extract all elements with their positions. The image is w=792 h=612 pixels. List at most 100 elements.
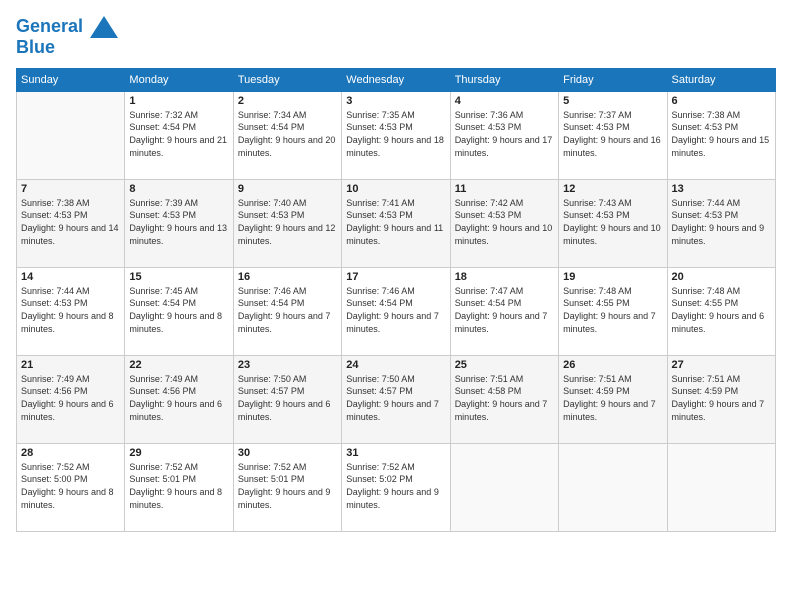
week-row-2: 7 Sunrise: 7:38 AMSunset: 4:53 PMDaylight…	[17, 179, 776, 267]
day-number: 13	[672, 183, 771, 195]
day-header-wednesday: Wednesday	[342, 68, 450, 91]
day-number: 29	[129, 447, 228, 459]
day-number: 26	[563, 359, 662, 371]
calendar-cell	[17, 91, 125, 179]
day-number: 23	[238, 359, 337, 371]
week-row-5: 28 Sunrise: 7:52 AMSunset: 5:00 PMDayligh…	[17, 443, 776, 531]
week-row-4: 21 Sunrise: 7:49 AMSunset: 4:56 PMDayligh…	[17, 355, 776, 443]
day-number: 15	[129, 271, 228, 283]
calendar-cell: 9 Sunrise: 7:40 AMSunset: 4:53 PMDaylight…	[233, 179, 341, 267]
day-info: Sunrise: 7:49 AMSunset: 4:56 PMDaylight:…	[21, 373, 120, 423]
day-number: 17	[346, 271, 445, 283]
day-info: Sunrise: 7:48 AMSunset: 4:55 PMDaylight:…	[563, 285, 662, 335]
day-info: Sunrise: 7:38 AMSunset: 4:53 PMDaylight:…	[672, 109, 771, 159]
day-info: Sunrise: 7:51 AMSunset: 4:59 PMDaylight:…	[563, 373, 662, 423]
day-header-sunday: Sunday	[17, 68, 125, 91]
day-info: Sunrise: 7:39 AMSunset: 4:53 PMDaylight:…	[129, 197, 228, 247]
day-number: 20	[672, 271, 771, 283]
day-number: 6	[672, 95, 771, 107]
day-info: Sunrise: 7:46 AMSunset: 4:54 PMDaylight:…	[346, 285, 445, 335]
day-header-saturday: Saturday	[667, 68, 775, 91]
day-number: 3	[346, 95, 445, 107]
day-info: Sunrise: 7:47 AMSunset: 4:54 PMDaylight:…	[455, 285, 554, 335]
calendar-cell: 18 Sunrise: 7:47 AMSunset: 4:54 PMDayligh…	[450, 267, 558, 355]
day-number: 25	[455, 359, 554, 371]
calendar-cell: 29 Sunrise: 7:52 AMSunset: 5:01 PMDayligh…	[125, 443, 233, 531]
day-info: Sunrise: 7:52 AMSunset: 5:01 PMDaylight:…	[129, 461, 228, 511]
calendar-cell: 25Sunrise: 7:51 AMSunset: 4:58 PMDayligh…	[450, 355, 558, 443]
logo-text: General	[16, 16, 118, 38]
calendar-cell: 8Sunrise: 7:39 AMSunset: 4:53 PMDaylight…	[125, 179, 233, 267]
day-number: 31	[346, 447, 445, 459]
calendar-cell: 23 Sunrise: 7:50 AMSunset: 4:57 PMDayligh…	[233, 355, 341, 443]
calendar-cell: 6 Sunrise: 7:38 AMSunset: 4:53 PMDaylight…	[667, 91, 775, 179]
day-header-tuesday: Tuesday	[233, 68, 341, 91]
day-info: Sunrise: 7:34 AMSunset: 4:54 PMDaylight:…	[238, 109, 337, 159]
calendar-cell: 20Sunrise: 7:48 AMSunset: 4:55 PMDayligh…	[667, 267, 775, 355]
day-number: 12	[563, 183, 662, 195]
day-number: 24	[346, 359, 445, 371]
calendar-cell: 21 Sunrise: 7:49 AMSunset: 4:56 PMDayligh…	[17, 355, 125, 443]
calendar-cell: 15 Sunrise: 7:45 AMSunset: 4:54 PMDayligh…	[125, 267, 233, 355]
day-info: Sunrise: 7:40 AMSunset: 4:53 PMDaylight:…	[238, 197, 337, 247]
day-number: 5	[563, 95, 662, 107]
day-number: 21	[21, 359, 120, 371]
week-row-3: 14Sunrise: 7:44 AMSunset: 4:53 PMDayligh…	[17, 267, 776, 355]
day-info: Sunrise: 7:51 AMSunset: 4:59 PMDaylight:…	[672, 373, 771, 423]
day-header-thursday: Thursday	[450, 68, 558, 91]
day-number: 11	[455, 183, 554, 195]
day-info: Sunrise: 7:32 AMSunset: 4:54 PMDaylight:…	[129, 109, 228, 159]
calendar-cell: 11Sunrise: 7:42 AMSunset: 4:53 PMDayligh…	[450, 179, 558, 267]
day-info: Sunrise: 7:50 AMSunset: 4:57 PMDaylight:…	[346, 373, 445, 423]
calendar-table: SundayMondayTuesdayWednesdayThursdayFrid…	[16, 68, 776, 532]
day-number: 4	[455, 95, 554, 107]
day-number: 27	[672, 359, 771, 371]
day-number: 22	[129, 359, 228, 371]
day-number: 1	[129, 95, 228, 107]
day-info: Sunrise: 7:50 AMSunset: 4:57 PMDaylight:…	[238, 373, 337, 423]
calendar-cell: 10 Sunrise: 7:41 AMSunset: 4:53 PMDayligh…	[342, 179, 450, 267]
calendar-cell: 31 Sunrise: 7:52 AMSunset: 5:02 PMDayligh…	[342, 443, 450, 531]
day-number: 10	[346, 183, 445, 195]
logo-general: General	[16, 16, 83, 36]
calendar-cell: 14Sunrise: 7:44 AMSunset: 4:53 PMDayligh…	[17, 267, 125, 355]
calendar-cell	[450, 443, 558, 531]
page: General Blue SundayMondayTuesdayWednesda…	[0, 0, 792, 612]
calendar-cell: 28 Sunrise: 7:52 AMSunset: 5:00 PMDayligh…	[17, 443, 125, 531]
logo-icon	[90, 16, 118, 38]
calendar-cell: 24 Sunrise: 7:50 AMSunset: 4:57 PMDayligh…	[342, 355, 450, 443]
day-info: Sunrise: 7:37 AMSunset: 4:53 PMDaylight:…	[563, 109, 662, 159]
calendar-cell: 2Sunrise: 7:34 AMSunset: 4:54 PMDaylight…	[233, 91, 341, 179]
header-row: SundayMondayTuesdayWednesdayThursdayFrid…	[17, 68, 776, 91]
day-info: Sunrise: 7:41 AMSunset: 4:53 PMDaylight:…	[346, 197, 445, 247]
calendar-cell: 17 Sunrise: 7:46 AMSunset: 4:54 PMDayligh…	[342, 267, 450, 355]
calendar-cell: 26 Sunrise: 7:51 AMSunset: 4:59 PMDayligh…	[559, 355, 667, 443]
calendar-cell	[559, 443, 667, 531]
day-number: 18	[455, 271, 554, 283]
logo: General Blue	[16, 16, 118, 58]
day-info: Sunrise: 7:38 AMSunset: 4:53 PMDaylight:…	[21, 197, 120, 247]
calendar-cell	[667, 443, 775, 531]
day-number: 28	[21, 447, 120, 459]
day-number: 7	[21, 183, 120, 195]
day-number: 9	[238, 183, 337, 195]
calendar-cell: 19 Sunrise: 7:48 AMSunset: 4:55 PMDayligh…	[559, 267, 667, 355]
day-info: Sunrise: 7:43 AMSunset: 4:53 PMDaylight:…	[563, 197, 662, 247]
day-number: 30	[238, 447, 337, 459]
day-info: Sunrise: 7:52 AMSunset: 5:01 PMDaylight:…	[238, 461, 337, 511]
day-info: Sunrise: 7:44 AMSunset: 4:53 PMDaylight:…	[672, 197, 771, 247]
day-info: Sunrise: 7:52 AMSunset: 5:00 PMDaylight:…	[21, 461, 120, 511]
calendar-cell: 13 Sunrise: 7:44 AMSunset: 4:53 PMDayligh…	[667, 179, 775, 267]
header: General Blue	[16, 16, 776, 58]
calendar-cell: 3Sunrise: 7:35 AMSunset: 4:53 PMDaylight…	[342, 91, 450, 179]
day-number: 19	[563, 271, 662, 283]
day-info: Sunrise: 7:45 AMSunset: 4:54 PMDaylight:…	[129, 285, 228, 335]
logo-blue: Blue	[16, 38, 118, 58]
calendar-cell: 12 Sunrise: 7:43 AMSunset: 4:53 PMDayligh…	[559, 179, 667, 267]
calendar-cell: 1 Sunrise: 7:32 AMSunset: 4:54 PMDaylight…	[125, 91, 233, 179]
calendar-cell: 22Sunrise: 7:49 AMSunset: 4:56 PMDayligh…	[125, 355, 233, 443]
day-header-friday: Friday	[559, 68, 667, 91]
calendar-cell: 30 Sunrise: 7:52 AMSunset: 5:01 PMDayligh…	[233, 443, 341, 531]
day-info: Sunrise: 7:52 AMSunset: 5:02 PMDaylight:…	[346, 461, 445, 511]
calendar-cell: 16Sunrise: 7:46 AMSunset: 4:54 PMDayligh…	[233, 267, 341, 355]
